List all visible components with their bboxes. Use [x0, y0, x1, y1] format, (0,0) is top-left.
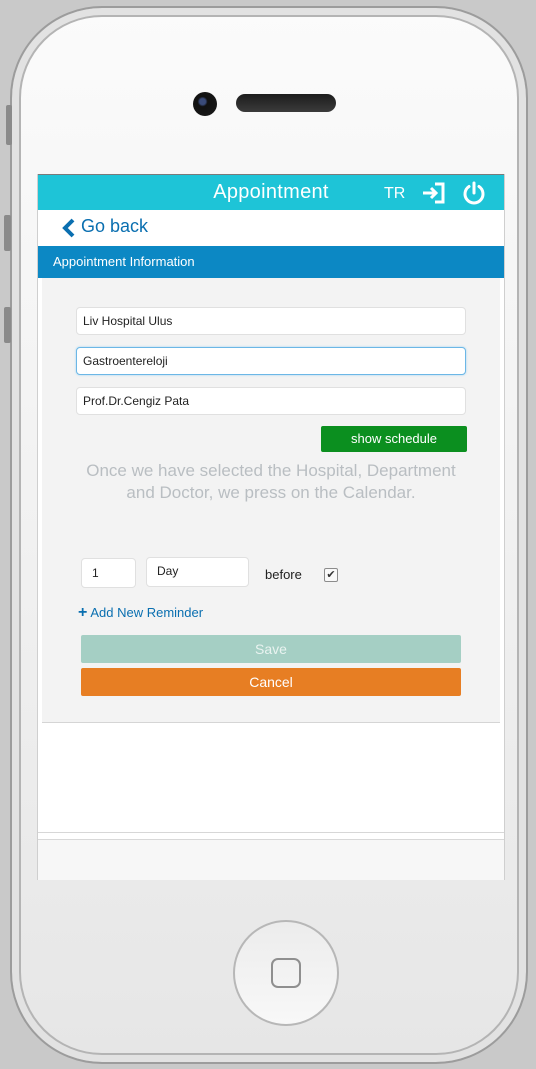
- doctor-select[interactable]: Prof.Dr.Cengiz Pata: [76, 387, 466, 415]
- cancel-button[interactable]: Cancel: [81, 668, 461, 696]
- home-button[interactable]: [233, 920, 339, 1026]
- content-area: [38, 724, 504, 833]
- instruction-text: Once we have selected the Hospital, Depa…: [86, 461, 456, 502]
- section-header: Appointment Information: [38, 246, 504, 278]
- hospital-select[interactable]: Liv Hospital Ulus: [76, 307, 466, 335]
- volume-down-button: [4, 307, 11, 343]
- volume-up-button: [4, 215, 11, 251]
- power-icon[interactable]: [462, 181, 486, 205]
- chevron-left-icon[interactable]: [62, 218, 76, 238]
- reminder-amount-input[interactable]: 1: [81, 558, 136, 588]
- top-bar: Appointment TR: [38, 174, 504, 210]
- department-select[interactable]: Gastroentereloji: [76, 347, 466, 375]
- plus-icon: +: [78, 604, 88, 621]
- language-toggle[interactable]: TR: [384, 185, 405, 203]
- home-square-icon: [271, 958, 301, 988]
- bottom-bar: [38, 839, 504, 880]
- add-reminder-link[interactable]: + Add New Reminder: [78, 604, 203, 622]
- reminder-checkbox[interactable]: ✔: [324, 568, 338, 582]
- show-schedule-button[interactable]: show schedule: [321, 426, 467, 452]
- camera-icon: [193, 92, 217, 116]
- reminder-unit-select[interactable]: Day: [146, 557, 249, 587]
- mute-switch: [6, 105, 12, 145]
- go-back-link[interactable]: Go back: [81, 216, 148, 237]
- add-reminder-label: Add New Reminder: [90, 605, 204, 620]
- exit-icon[interactable]: [421, 182, 447, 204]
- save-button[interactable]: Save: [81, 635, 461, 663]
- app-screen: Appointment TR Go back Appointment Infor…: [37, 174, 505, 880]
- before-label: before: [265, 567, 302, 582]
- speaker-grille: [236, 94, 336, 112]
- appointment-form: Liv Hospital Ulus Gastroentereloji Prof.…: [42, 278, 500, 723]
